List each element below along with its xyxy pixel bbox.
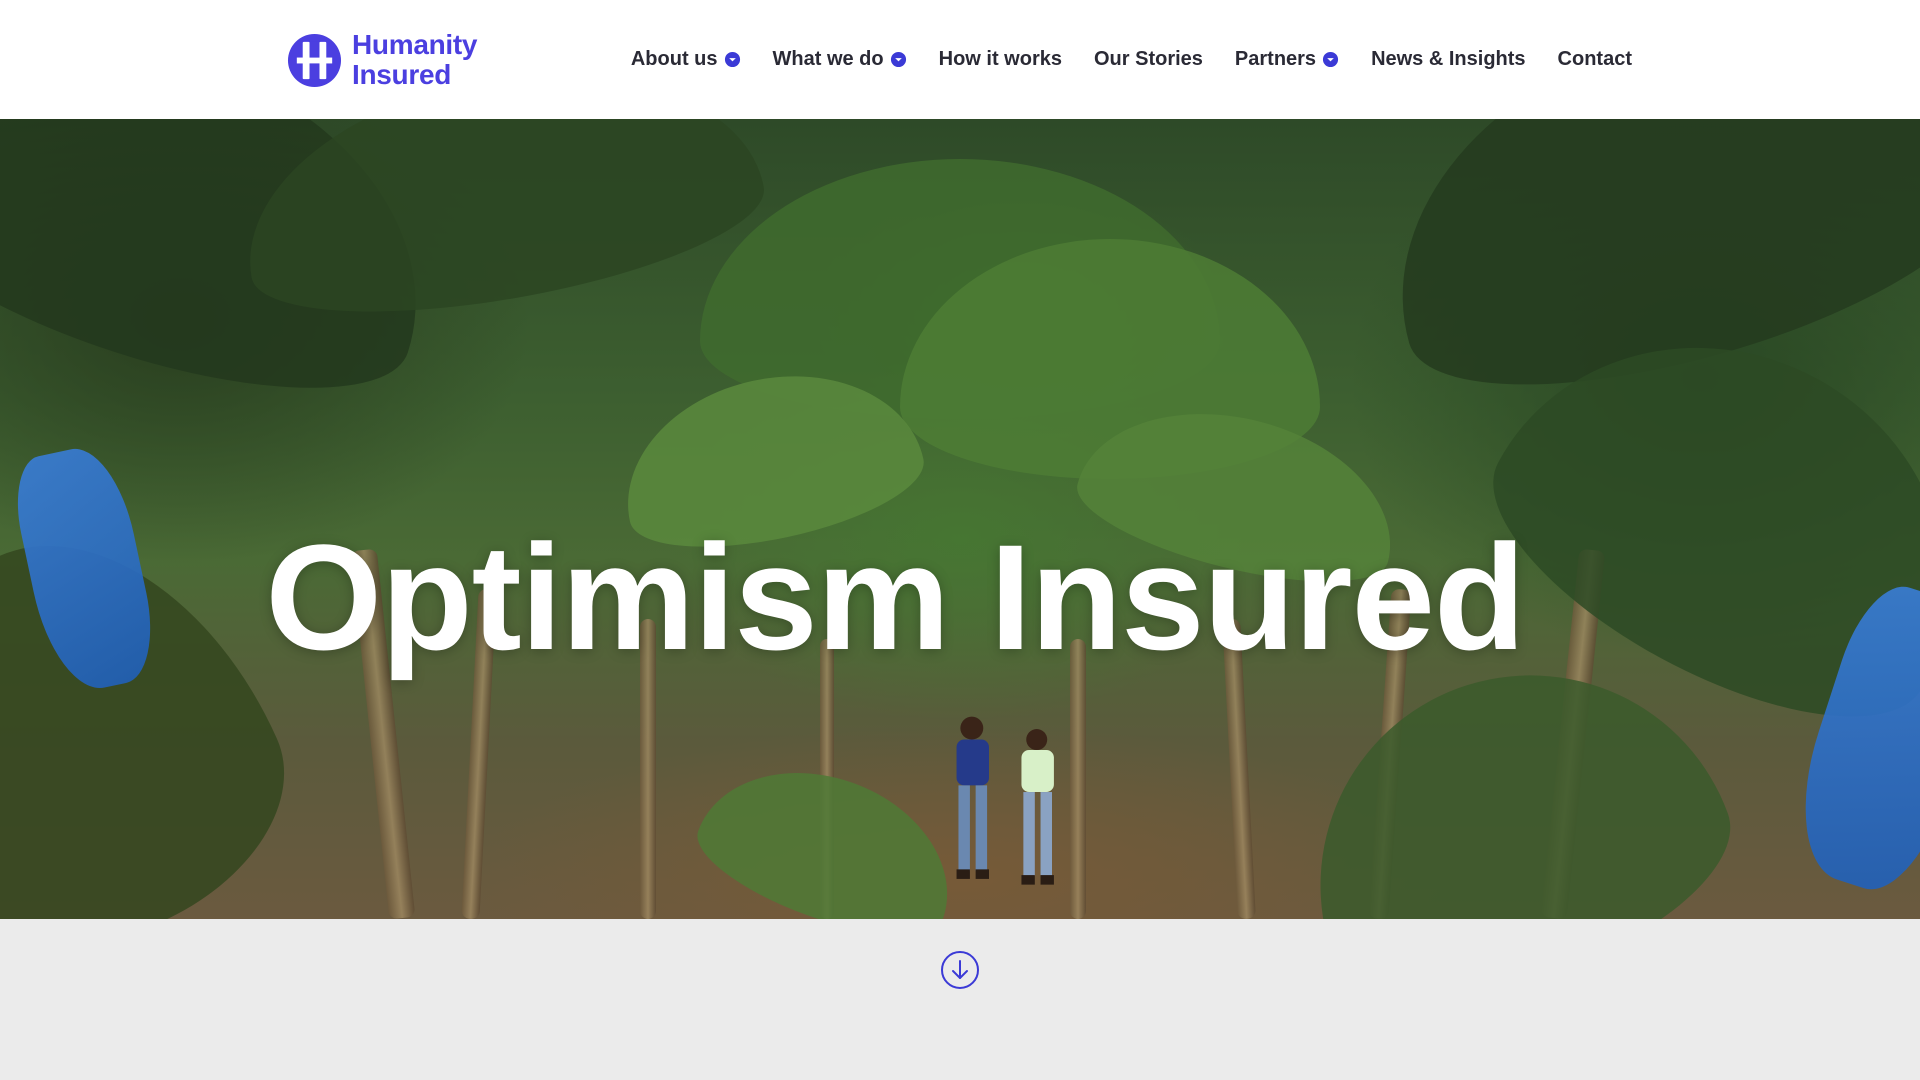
hero-banner: Optimism Insured bbox=[0, 119, 1920, 919]
nav-item-about-us[interactable]: About us bbox=[631, 48, 741, 71]
chevron-down-icon bbox=[890, 51, 906, 68]
logo-link[interactable]: Humanity Insured bbox=[287, 30, 477, 90]
chevron-down-icon bbox=[724, 51, 740, 68]
main-nav: About us What we do How it works Our Sto… bbox=[631, 0, 1632, 119]
nav-item-label: News & Insights bbox=[1371, 48, 1526, 70]
chevron-down-icon bbox=[1323, 51, 1339, 68]
site-header: Humanity Insured About us What we do How… bbox=[0, 0, 1920, 119]
nav-item-label: Contact bbox=[1557, 48, 1632, 70]
logo-line-1: Humanity bbox=[352, 29, 478, 60]
nav-item-news-insights[interactable]: News & Insights bbox=[1371, 48, 1525, 71]
nav-item-label: Partners bbox=[1234, 48, 1317, 70]
logo-line-2: Insured bbox=[352, 59, 452, 90]
logo-wordmark: Humanity Insured bbox=[352, 30, 477, 90]
scroll-down-button[interactable] bbox=[940, 950, 980, 990]
nav-item-how-it-works[interactable]: How it works bbox=[939, 48, 1062, 71]
nav-item-label: What we do bbox=[772, 48, 884, 70]
arrow-down-circle-icon bbox=[941, 951, 979, 989]
hero-title: Optimism Insured bbox=[265, 512, 1525, 681]
humanity-insured-logo-icon bbox=[287, 33, 342, 87]
nav-item-contact[interactable]: Contact bbox=[1558, 48, 1632, 71]
nav-item-partners[interactable]: Partners bbox=[1235, 48, 1339, 71]
nav-item-label: About us bbox=[630, 48, 718, 70]
scroll-section bbox=[0, 919, 1920, 1080]
nav-item-our-stories[interactable]: Our Stories bbox=[1094, 48, 1203, 71]
nav-item-what-we-do[interactable]: What we do bbox=[773, 48, 907, 71]
nav-item-label: How it works bbox=[938, 48, 1062, 70]
people-walking-photo-detail bbox=[956, 716, 1054, 885]
nav-item-label: Our Stories bbox=[1093, 48, 1203, 70]
